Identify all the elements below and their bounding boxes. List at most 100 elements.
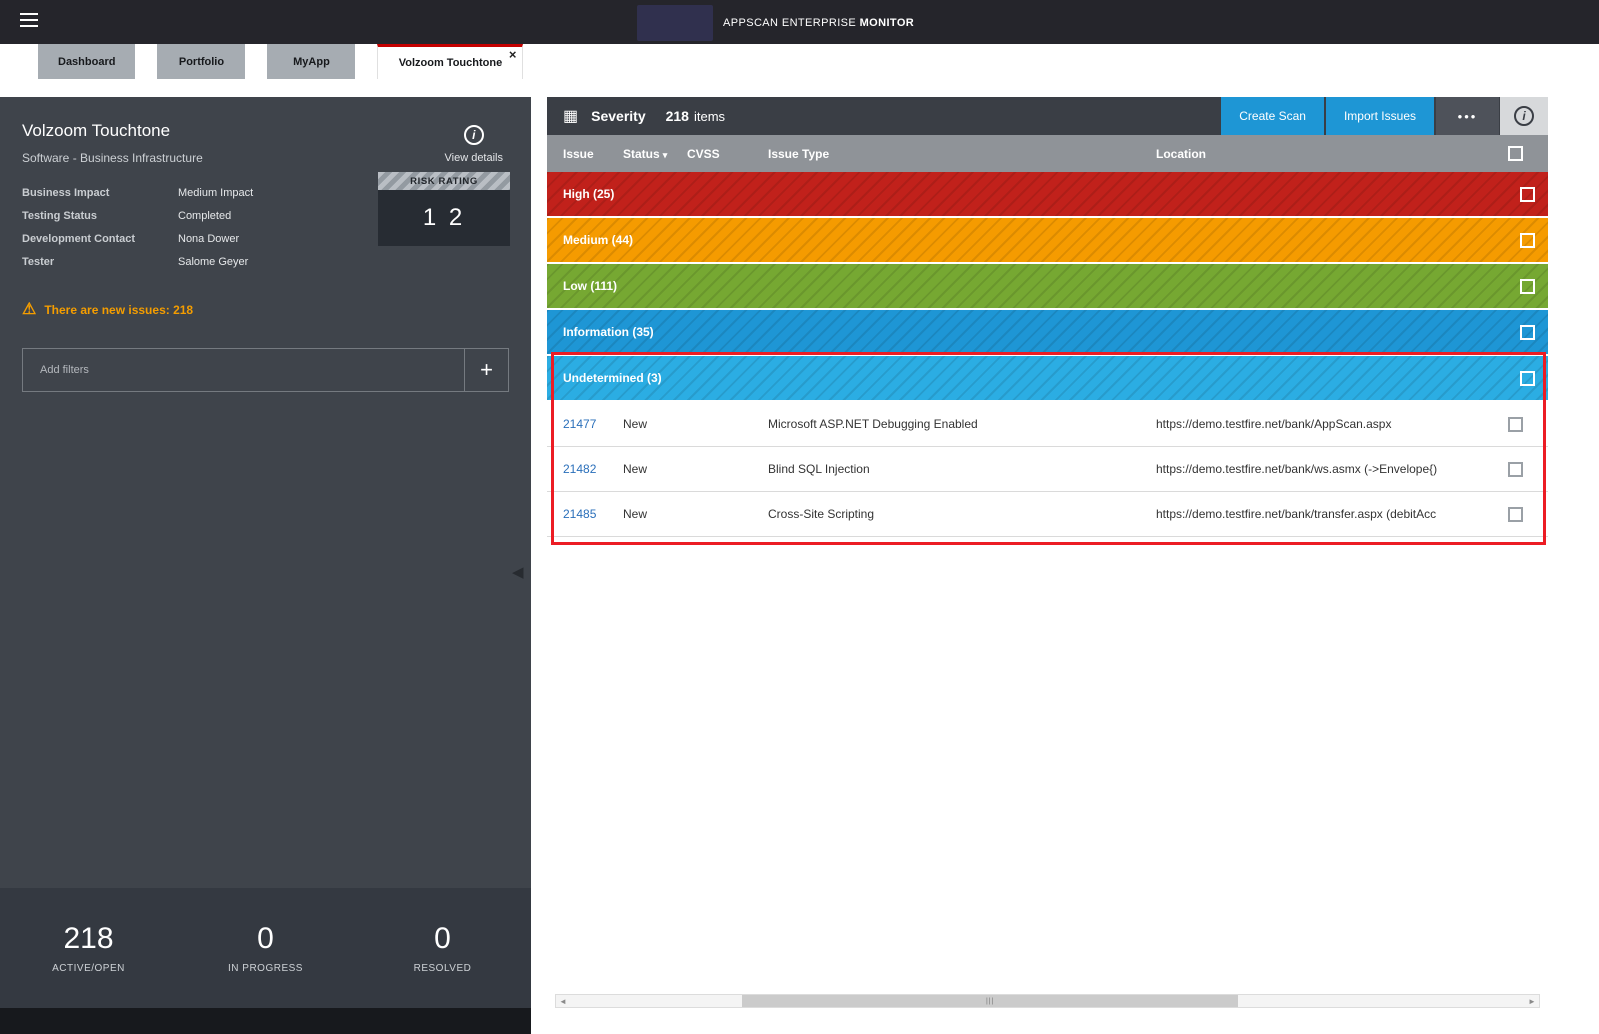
scrollbar-track[interactable]: ||| bbox=[570, 995, 1525, 1007]
issue-type: Blind SQL Injection bbox=[768, 462, 1156, 476]
view-details-link[interactable]: View details bbox=[445, 152, 504, 164]
scroll-left-icon[interactable]: ◄ bbox=[556, 997, 570, 1006]
severity-group-low[interactable]: Low (111) bbox=[547, 264, 1548, 308]
top-bar: APPSCAN ENTERPRISE MONITOR bbox=[0, 0, 1599, 44]
issues-panel: ▦ Severity 218 items Create Scan Import … bbox=[547, 97, 1548, 1010]
scroll-right-icon[interactable]: ► bbox=[1525, 997, 1539, 1006]
row-checkbox[interactable] bbox=[1508, 417, 1523, 432]
items-label: items bbox=[694, 109, 725, 124]
issue-row[interactable]: 21485 New Cross-Site Scripting https://d… bbox=[547, 492, 1548, 537]
issues-toolbar: ▦ Severity 218 items Create Scan Import … bbox=[547, 97, 1548, 135]
field-row: Development Contact Nona Dower bbox=[22, 233, 362, 245]
issue-type: Cross-Site Scripting bbox=[768, 507, 1156, 521]
application-details-panel: Volzoom Touchtone Software - Business In… bbox=[0, 97, 531, 1034]
stat-value: 0 bbox=[354, 922, 531, 956]
collapse-panel-icon[interactable]: ◀ bbox=[512, 563, 524, 581]
column-location[interactable]: Location bbox=[1156, 147, 1508, 161]
more-options-button[interactable]: ••• bbox=[1436, 97, 1499, 135]
group-checkbox[interactable] bbox=[1520, 325, 1535, 340]
issue-status: New bbox=[623, 417, 687, 431]
scrollbar-thumb[interactable]: ||| bbox=[742, 995, 1239, 1007]
table-header: Issue Status▾ CVSS Issue Type Location bbox=[547, 135, 1548, 172]
severity-group-information[interactable]: Information (35) bbox=[547, 310, 1548, 354]
info-button-area[interactable]: i bbox=[1500, 97, 1548, 135]
group-by-grid-icon[interactable]: ▦ bbox=[563, 106, 578, 126]
import-issues-button[interactable]: Import Issues bbox=[1326, 97, 1434, 135]
tab-bar: Dashboard Portfolio MyApp Volzoom Toucht… bbox=[0, 44, 1599, 79]
filters-input[interactable] bbox=[23, 349, 464, 391]
select-all-checkbox[interactable] bbox=[1508, 146, 1523, 161]
column-issue[interactable]: Issue bbox=[563, 147, 623, 161]
issue-id-link[interactable]: 21482 bbox=[563, 462, 623, 476]
tab-volzoom-touchtone[interactable]: Volzoom Touchtone × bbox=[377, 44, 523, 79]
group-checkbox[interactable] bbox=[1520, 279, 1535, 294]
issue-status: New bbox=[623, 462, 687, 476]
add-filters-box: + bbox=[22, 348, 509, 392]
group-checkbox[interactable] bbox=[1520, 187, 1535, 202]
hamburger-menu-icon[interactable] bbox=[20, 13, 40, 31]
tab-dashboard[interactable]: Dashboard bbox=[38, 44, 135, 79]
create-scan-button[interactable]: Create Scan bbox=[1221, 97, 1324, 135]
tab-myapp[interactable]: MyApp bbox=[267, 44, 355, 79]
group-label: Information (35) bbox=[563, 325, 654, 339]
severity-groups: High (25) Medium (44) Low (111) Informat… bbox=[547, 172, 1548, 400]
panel-footer-strip bbox=[0, 1008, 531, 1034]
tab-label: MyApp bbox=[293, 56, 330, 68]
field-value: Medium Impact bbox=[178, 187, 362, 199]
risk-rating-value: 1 2 bbox=[378, 190, 510, 246]
tab-portfolio[interactable]: Portfolio bbox=[157, 44, 245, 79]
field-row: Testing Status Completed bbox=[22, 210, 362, 222]
column-cvss[interactable]: CVSS bbox=[687, 147, 768, 161]
issue-rows: 21477 New Microsoft ASP.NET Debugging En… bbox=[547, 402, 1548, 537]
app-title-text: APPSCAN ENTERPRISE MONITOR bbox=[723, 17, 914, 29]
view-details-block[interactable]: i View details bbox=[445, 121, 504, 165]
group-label: Low (111) bbox=[563, 279, 617, 293]
issue-location: https://demo.testfire.net/bank/transfer.… bbox=[1156, 507, 1508, 521]
group-label: Undetermined (3) bbox=[563, 371, 662, 385]
stat-in-progress: 0 IN PROGRESS bbox=[177, 922, 354, 974]
stat-value: 218 bbox=[0, 922, 177, 956]
column-issue-type[interactable]: Issue Type bbox=[768, 147, 1156, 161]
field-value: Nona Dower bbox=[178, 233, 362, 245]
toolbar-actions: Create Scan Import Issues ••• i bbox=[1219, 97, 1548, 135]
horizontal-scrollbar[interactable]: ◄ ||| ► bbox=[555, 994, 1540, 1008]
row-checkbox[interactable] bbox=[1508, 462, 1523, 477]
issue-location: https://demo.testfire.net/bank/ws.asmx (… bbox=[1156, 462, 1508, 476]
column-status[interactable]: Status▾ bbox=[623, 147, 687, 161]
app-title-regular: APPSCAN ENTERPRISE bbox=[723, 17, 856, 29]
issue-status: New bbox=[623, 507, 687, 521]
application-fields: Business Impact Medium Impact Testing St… bbox=[22, 187, 362, 268]
group-label: High (25) bbox=[563, 187, 614, 201]
issue-location: https://demo.testfire.net/bank/AppScan.a… bbox=[1156, 417, 1508, 431]
tab-label: Volzoom Touchtone bbox=[399, 57, 502, 69]
issue-row[interactable]: 21477 New Microsoft ASP.NET Debugging En… bbox=[547, 402, 1548, 447]
close-tab-icon[interactable]: × bbox=[509, 48, 517, 61]
field-label: Tester bbox=[22, 256, 178, 268]
severity-group-undetermined[interactable]: Undetermined (3) bbox=[547, 356, 1548, 400]
issue-id-link[interactable]: 21477 bbox=[563, 417, 623, 431]
issue-row[interactable]: 21482 New Blind SQL Injection https://de… bbox=[547, 447, 1548, 492]
info-icon[interactable]: i bbox=[464, 125, 484, 145]
stat-active-open: 218 ACTIVE/OPEN bbox=[0, 922, 177, 974]
issue-id-link[interactable]: 21485 bbox=[563, 507, 623, 521]
group-checkbox[interactable] bbox=[1520, 233, 1535, 248]
panel-header: Volzoom Touchtone Software - Business In… bbox=[0, 97, 531, 165]
application-subtitle: Software - Business Infrastructure bbox=[22, 151, 203, 165]
stat-label: IN PROGRESS bbox=[177, 963, 354, 974]
add-filter-button[interactable]: + bbox=[464, 349, 508, 391]
application-title: Volzoom Touchtone bbox=[22, 121, 203, 141]
group-checkbox[interactable] bbox=[1520, 371, 1535, 386]
appscan-monitor-screen: APPSCAN ENTERPRISE MONITOR Dashboard Por… bbox=[0, 0, 1599, 1034]
field-row: Tester Salome Geyer bbox=[22, 256, 362, 268]
row-checkbox[interactable] bbox=[1508, 507, 1523, 522]
severity-group-medium[interactable]: Medium (44) bbox=[547, 218, 1548, 262]
stat-resolved: 0 RESOLVED bbox=[354, 922, 531, 974]
field-label: Development Contact bbox=[22, 233, 178, 245]
severity-group-high[interactable]: High (25) bbox=[547, 172, 1548, 216]
group-label: Medium (44) bbox=[563, 233, 633, 247]
field-row: Business Impact Medium Impact bbox=[22, 187, 362, 199]
info-icon[interactable]: i bbox=[1514, 106, 1534, 126]
new-issues-alert: ⚠ There are new issues: 218 bbox=[22, 302, 509, 318]
issue-stats: 218 ACTIVE/OPEN 0 IN PROGRESS 0 RESOLVED bbox=[0, 888, 531, 1008]
brand-area: APPSCAN ENTERPRISE MONITOR bbox=[637, 4, 914, 42]
